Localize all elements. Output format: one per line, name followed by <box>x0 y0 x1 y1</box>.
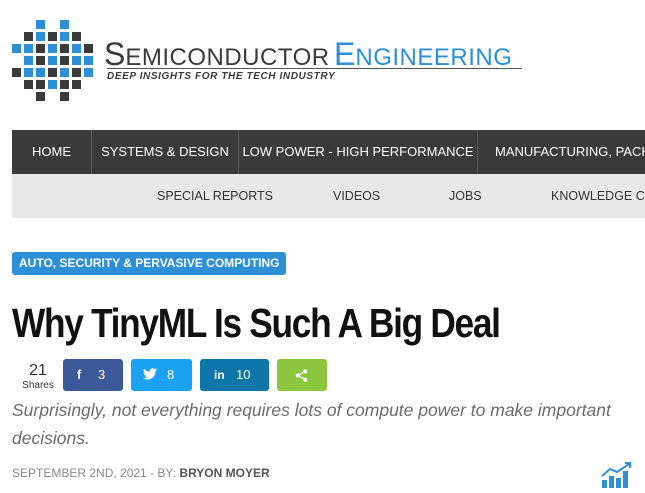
site-tagline: DEEP INSIGHTS FOR THE TECH INDUSTRY <box>107 71 336 82</box>
logo-square <box>60 32 69 41</box>
nav-item-low-power[interactable]: LOW POWER - HIGH PERFORMANCE <box>239 130 478 174</box>
linkedin-share-count: 10 <box>236 367 251 382</box>
logo-square <box>72 68 81 77</box>
logo-square <box>24 44 33 53</box>
logo-square <box>84 44 93 53</box>
logo-square <box>72 80 81 89</box>
twitter-share-button[interactable]: 8 <box>131 359 192 391</box>
logo-square <box>24 80 33 89</box>
category-badge[interactable]: AUTO, SECURITY & PERVASIVE COMPUTING <box>12 252 287 275</box>
logo-square <box>48 68 57 77</box>
linkedin-share-button[interactable]: in 10 <box>200 359 269 391</box>
article-excerpt: Surprisingly, not everything requires lo… <box>12 400 611 448</box>
logo-square <box>36 92 45 101</box>
share-total-label: Shares <box>22 380 54 391</box>
article-author[interactable]: BRYON MOYER <box>179 466 269 480</box>
linkedin-icon: in <box>214 368 225 382</box>
logo-square <box>12 68 21 77</box>
logo-square <box>84 68 93 77</box>
logo-square <box>36 32 45 41</box>
logo-square <box>72 56 81 65</box>
logo-square <box>12 44 21 53</box>
twitter-share-count: 8 <box>167 367 175 382</box>
logo-square <box>48 56 57 65</box>
primary-nav: HOME SYSTEMS & DESIGN LOW POWER - HIGH P… <box>12 130 645 174</box>
logo-square <box>72 32 81 41</box>
logo-square <box>24 32 33 41</box>
nav-item-home[interactable]: HOME <box>12 130 92 174</box>
twitter-icon <box>143 368 157 380</box>
facebook-share-count: 3 <box>98 367 106 382</box>
article-title: Why TinyML Is Such A Big Deal <box>12 300 501 346</box>
logo-divider <box>107 68 522 69</box>
logo-square <box>48 44 57 53</box>
subnav-special-reports[interactable]: SPECIAL REPORTS <box>157 174 273 218</box>
subnav-knowledge-center[interactable]: KNOWLEDGE CE <box>551 174 645 218</box>
subnav-jobs[interactable]: JOBS <box>449 174 482 218</box>
logo-square <box>60 44 69 53</box>
share-total-count: 21 <box>29 362 47 379</box>
facebook-share-button[interactable]: f 3 <box>63 359 123 391</box>
logo-square <box>36 56 45 65</box>
byline-by-label: - BY: <box>146 466 180 480</box>
nav-item-manufacturing[interactable]: MANUFACTURING, PACKAG <box>478 130 645 174</box>
logo-mark[interactable] <box>12 20 98 102</box>
facebook-icon: f <box>77 367 82 382</box>
logo-square <box>36 44 45 53</box>
logo-square <box>60 56 69 65</box>
logo-square <box>60 80 69 89</box>
secondary-nav: SPECIAL REPORTS VIDEOS JOBS KNOWLEDGE CE <box>12 174 645 218</box>
logo-square <box>36 68 45 77</box>
logo-square <box>72 44 81 53</box>
logo-square <box>24 68 33 77</box>
logo-square <box>36 80 45 89</box>
subnav-videos[interactable]: VIDEOS <box>333 174 380 218</box>
share-icon <box>295 369 308 382</box>
logo-square <box>36 20 45 29</box>
logo-square <box>48 80 57 89</box>
trending-chart-icon[interactable] <box>600 462 632 488</box>
article-byline: SEPTEMBER 2ND, 2021 - BY: BRYON MOYER <box>12 466 270 480</box>
logo-square <box>48 32 57 41</box>
logo-square <box>24 56 33 65</box>
logo-square <box>60 92 69 101</box>
nav-item-systems-design[interactable]: SYSTEMS & DESIGN <box>92 130 239 174</box>
logo-square <box>60 68 69 77</box>
more-share-button[interactable] <box>277 359 327 391</box>
article-date: SEPTEMBER 2ND, 2021 <box>12 466 147 480</box>
logo-square <box>60 20 69 29</box>
share-total: 21 Shares <box>18 362 58 392</box>
logo-square <box>84 56 93 65</box>
